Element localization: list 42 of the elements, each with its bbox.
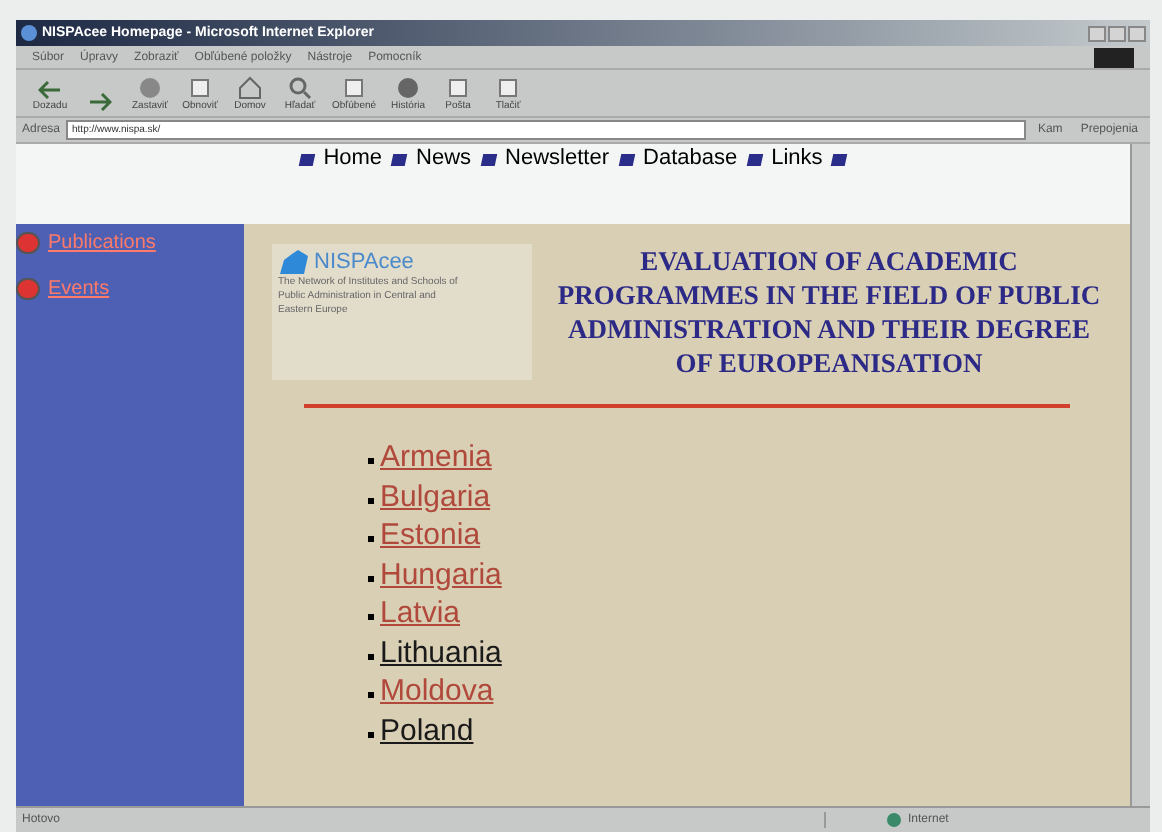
nav-bullet-icon [745,154,763,166]
new-badge-icon [16,232,40,254]
arrow-icon [38,80,62,100]
nav-link[interactable]: Database [643,148,738,170]
country-link[interactable]: Lithuania [380,637,502,668]
country-link[interactable]: Hungaria [380,559,502,590]
nav-bullet-icon [298,154,315,166]
nav-bullet-icon [617,154,635,166]
page-heading: EVALUATION OF ACADEMIC PROGRAMMES IN THE FIELD OF PUBLIC ADMINISTRATION AND THEIR DEGREE OF EUROPEANISATION [556,244,1102,380]
browser-icon [20,24,38,42]
logo-map-icon [278,250,310,276]
nav-link[interactable]: Home [323,148,383,170]
maximize-button[interactable] [1108,25,1126,41]
country-link[interactable]: Bulgaria [380,481,491,512]
nav-bullet-icon [390,154,408,166]
minimize-button[interactable] [1088,25,1106,41]
bullet-icon [368,653,374,660]
bullet-icon [368,536,374,543]
nav-bullet-icon [831,154,848,166]
bullet-icon [368,731,374,738]
home-icon [238,76,262,100]
bullet-icon [368,575,374,582]
scrollbar[interactable] [1130,144,1150,806]
nav-link[interactable]: Newsletter [505,148,610,170]
country-link[interactable]: Latvia [380,598,461,629]
bullet-icon [368,692,374,699]
close-button[interactable] [1128,25,1146,41]
new-badge-icon [16,278,40,300]
arrow-icon [88,92,112,112]
logo-name: NISPAcee [314,252,414,274]
search-icon [288,76,312,100]
nav-link[interactable]: Links [771,148,823,170]
country-link[interactable]: Armenia [380,442,492,473]
country-link[interactable]: Poland [380,715,474,746]
windows-logo-tile [1094,47,1134,67]
country-link[interactable]: Estonia [380,520,481,551]
bullet-icon [368,458,374,465]
bullet-icon [368,614,374,621]
nav-link[interactable]: News [416,148,472,170]
bullet-icon [368,497,374,504]
country-link[interactable]: Moldova [380,676,494,707]
nav-bullet-icon [479,154,497,166]
